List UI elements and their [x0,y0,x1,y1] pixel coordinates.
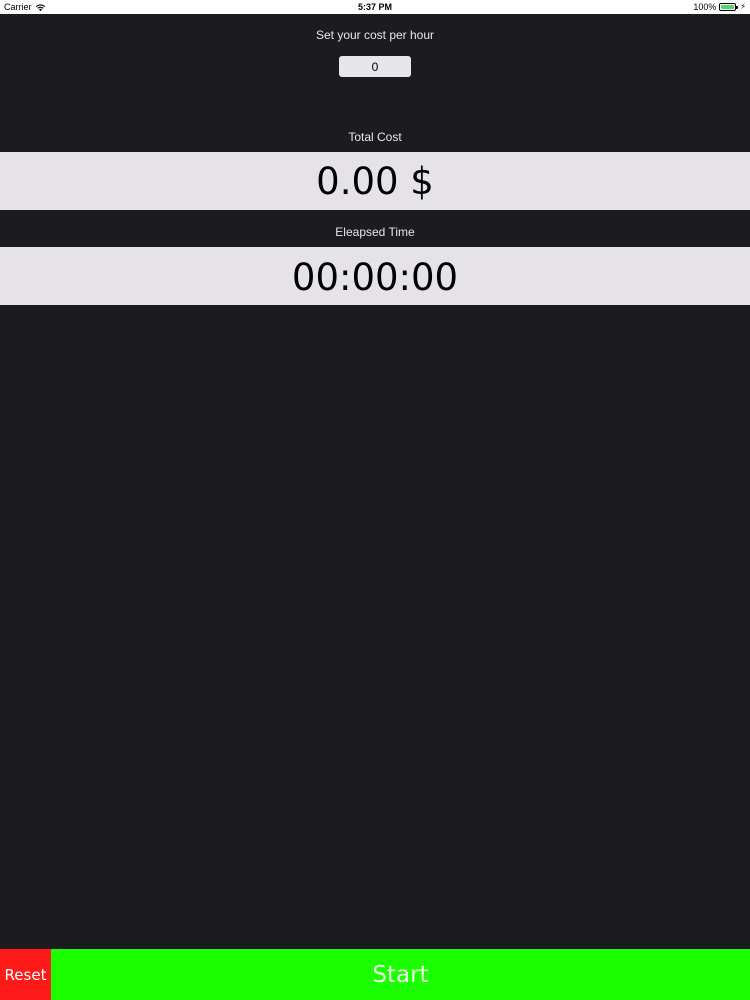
status-bar: Carrier 5:37 PM 100% ⚡ [0,0,750,14]
start-button[interactable]: Start [51,949,750,1000]
charging-icon: ⚡ [740,2,746,11]
reset-button[interactable]: Reset [0,949,51,1000]
status-right: 100% ⚡ [693,0,746,14]
battery-nub [736,5,739,9]
elapsed-time-label: Eleapsed Time [335,225,415,239]
total-cost-display: 0.00 $ [0,152,750,210]
status-time: 5:37 PM [357,2,392,12]
battery-fill [721,5,735,9]
elapsed-time-display: 00:00:00 [0,247,750,305]
total-cost-label: Total Cost [348,130,402,144]
cost-per-hour-input[interactable] [339,56,411,77]
battery-percentage: 100% [693,2,717,12]
cost-per-hour-label: Set your cost per hour [315,28,435,42]
battery-icon [719,3,739,11]
